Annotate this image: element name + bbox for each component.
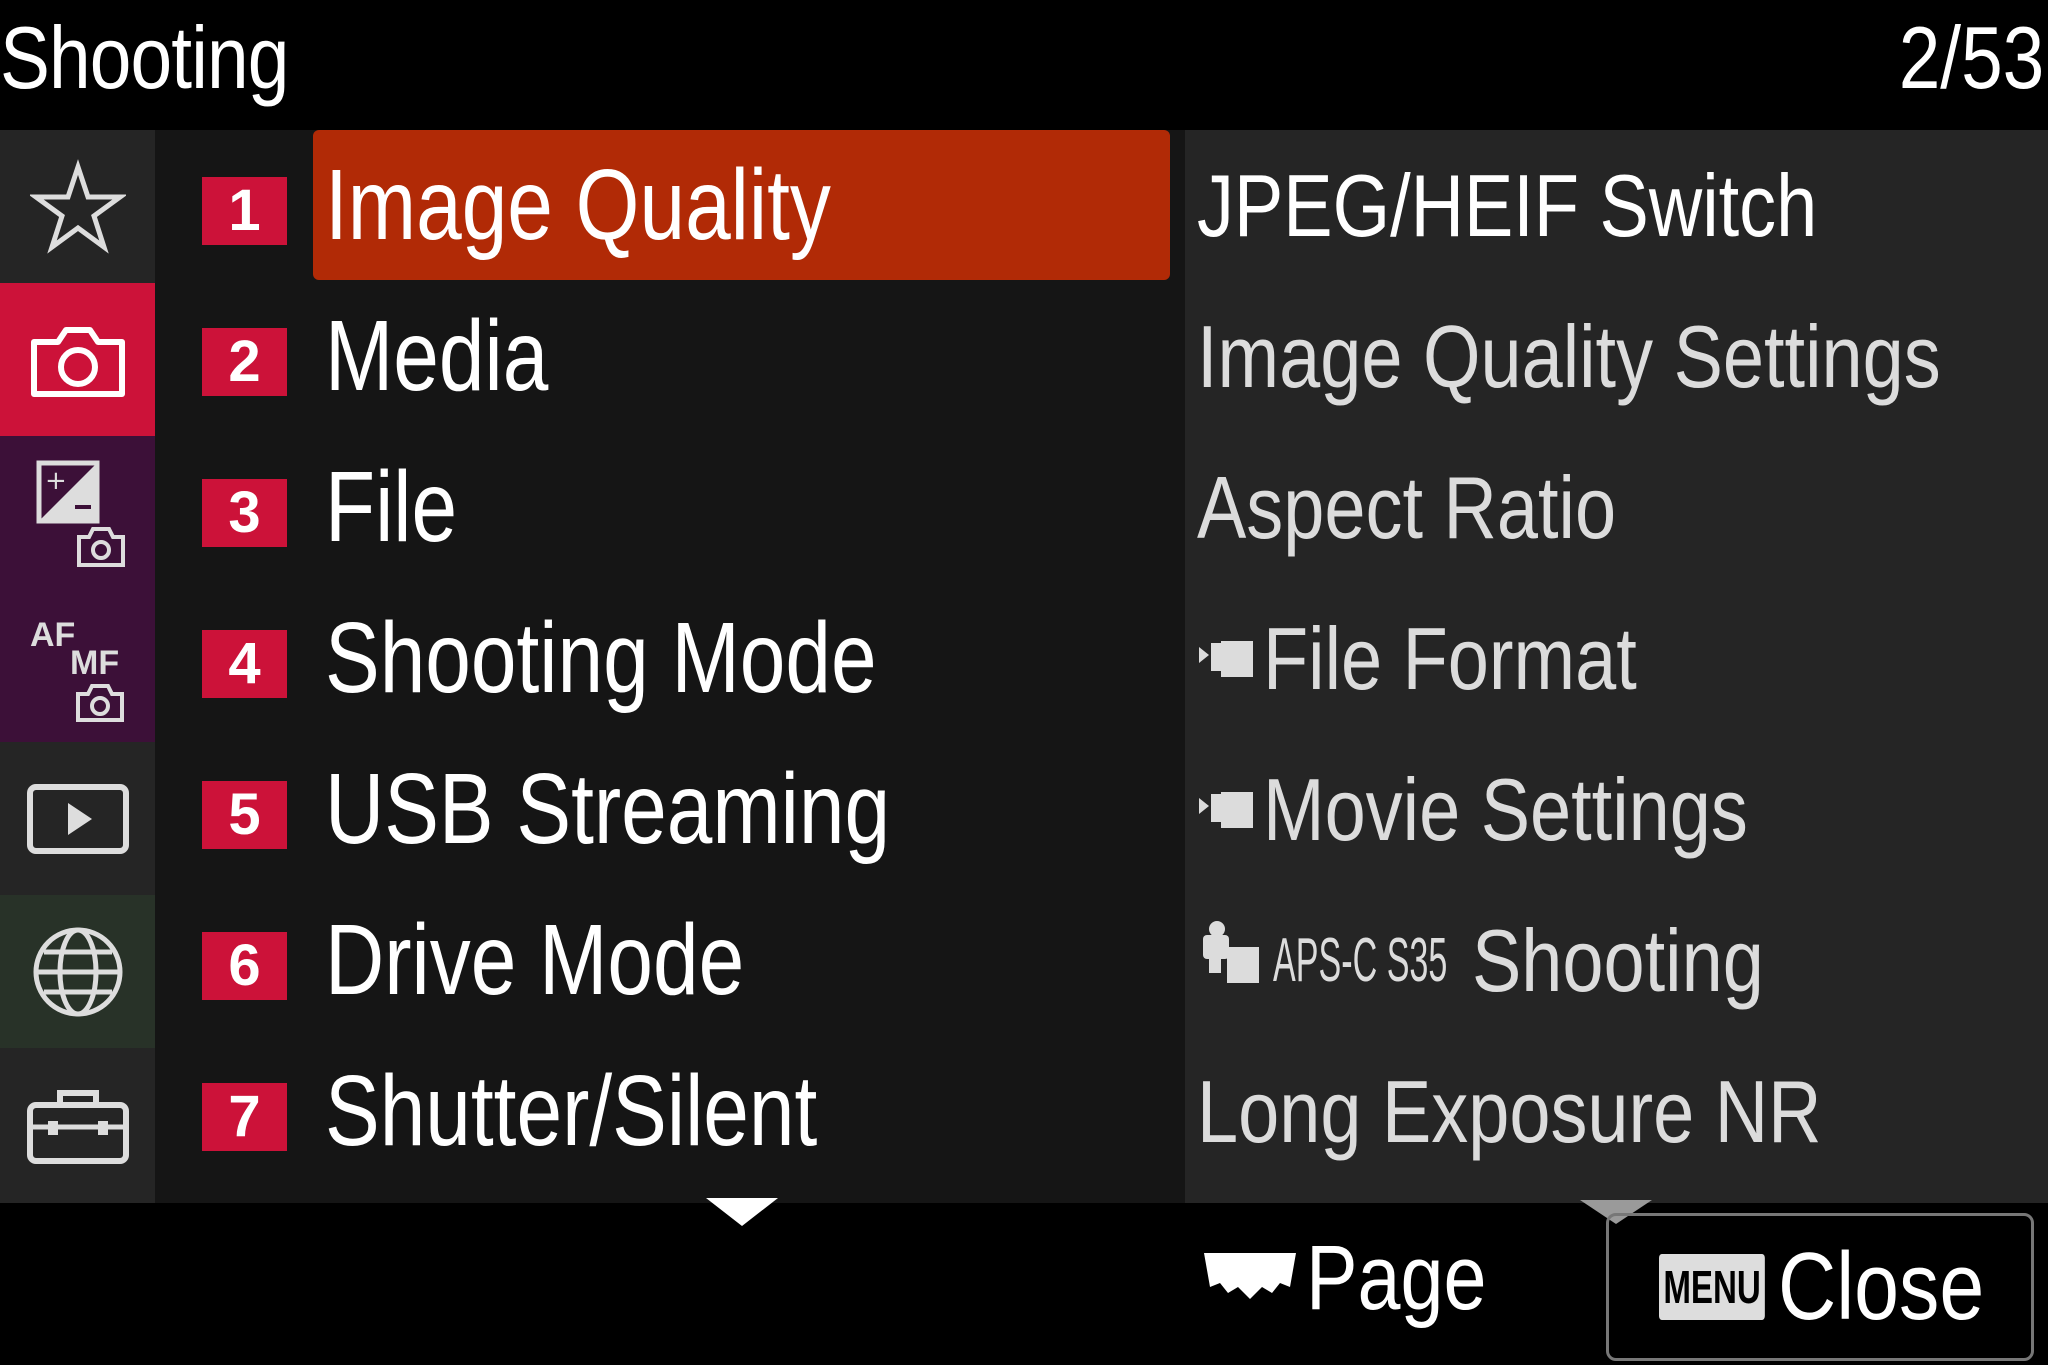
category-item-shooting-mode[interactable]: 4 Shooting Mode [155, 583, 1185, 734]
category-label: Shooting Mode [325, 602, 877, 714]
menu-title: Shooting [0, 8, 289, 107]
movie-icon [1197, 583, 1257, 734]
close-label: Close [1778, 1233, 1985, 1340]
svg-text:+: + [45, 466, 67, 496]
exposure-camera-icon: + [36, 460, 125, 567]
tab-favorites[interactable] [0, 130, 155, 283]
category-label: Drive Mode [325, 904, 745, 1016]
category-label: File [325, 451, 458, 563]
submenu-label: Image Quality Settings [1197, 307, 1941, 406]
menu-key-icon: MENU [1659, 1254, 1766, 1320]
submenu-list: JPEG/HEIF Switch Image Quality Settings … [1185, 130, 2048, 1203]
af-mf-icon: AF MF [30, 616, 124, 722]
submenu-item[interactable]: APS-C S35 Shooting [1197, 885, 1819, 1036]
still-movie-icon [1197, 885, 1267, 1036]
playback-icon [26, 783, 129, 854]
submenu-item[interactable]: Long Exposure NR [1197, 1036, 1941, 1187]
page-label: Page [1306, 1226, 1487, 1329]
category-number: 5 [202, 781, 287, 849]
tab-exposure-color[interactable]: + [0, 436, 155, 589]
close-button[interactable]: MENU Close [1606, 1213, 2034, 1361]
aps-c-s35-label: APS-C S35 [1273, 926, 1448, 995]
tab-network[interactable] [0, 895, 155, 1048]
category-item-image-quality[interactable]: 1 Image Quality [155, 130, 1185, 281]
category-number: 7 [202, 1083, 287, 1151]
submenu-item[interactable]: Image Quality Settings [1197, 281, 2048, 432]
category-label: USB Streaming [325, 753, 891, 865]
header-bar: Shooting 2/53 [0, 0, 2048, 130]
category-number: 4 [202, 630, 287, 698]
category-label: Image Quality [325, 149, 831, 261]
tab-playback[interactable] [0, 742, 155, 895]
toolbox-icon [26, 1089, 129, 1164]
menu-tab-rail: + AF MF [0, 130, 155, 1203]
submenu-label: Shooting [1472, 911, 1764, 1010]
submenu-label: Aspect Ratio [1197, 458, 1617, 557]
page-indicator: 2/53 [1898, 8, 2044, 107]
svg-text:AF: AF [30, 616, 75, 654]
category-item-usb-streaming[interactable]: 5 USB Streaming [155, 734, 1185, 885]
submenu-item[interactable]: Movie Settings [1197, 734, 1840, 885]
category-item-file[interactable]: 3 File [155, 432, 1185, 583]
category-number: 2 [202, 328, 287, 396]
submenu-label: Movie Settings [1263, 760, 1748, 859]
category-item-shutter-silent[interactable]: 7 Shutter/Silent [155, 1036, 1185, 1187]
star-icon [29, 158, 126, 254]
category-list: 1 Image Quality 2 Media 3 File 4 Shootin… [155, 130, 1185, 1203]
submenu-label: File Format [1263, 609, 1637, 708]
category-number: 6 [202, 932, 287, 1000]
movie-icon [1197, 734, 1257, 885]
tab-setup[interactable] [0, 1048, 155, 1201]
svg-text:MF: MF [70, 644, 119, 682]
submenu-item[interactable]: Aspect Ratio [1197, 432, 1696, 583]
camera-icon [30, 326, 125, 397]
category-item-media[interactable]: 2 Media [155, 281, 1185, 432]
tab-focus[interactable]: AF MF [0, 589, 155, 742]
submenu-label: Long Exposure NR [1197, 1062, 1822, 1161]
category-label: Shutter/Silent [325, 1055, 818, 1167]
network-globe-icon [33, 927, 122, 1016]
submenu-label: JPEG/HEIF Switch [1197, 156, 1818, 255]
submenu-item[interactable]: JPEG/HEIF Switch [1197, 130, 1935, 281]
category-number: 3 [202, 479, 287, 547]
control-dial-icon [1204, 1253, 1296, 1299]
tab-shooting[interactable] [0, 283, 155, 436]
page-button[interactable]: Page [1200, 1223, 1521, 1333]
category-label: Media [325, 300, 549, 412]
footer-bar: Page MENU Close [0, 1203, 2048, 1365]
category-item-drive-mode[interactable]: 6 Drive Mode [155, 885, 1185, 1036]
submenu-item[interactable]: File Format [1197, 583, 1708, 734]
category-number: 1 [202, 177, 287, 245]
